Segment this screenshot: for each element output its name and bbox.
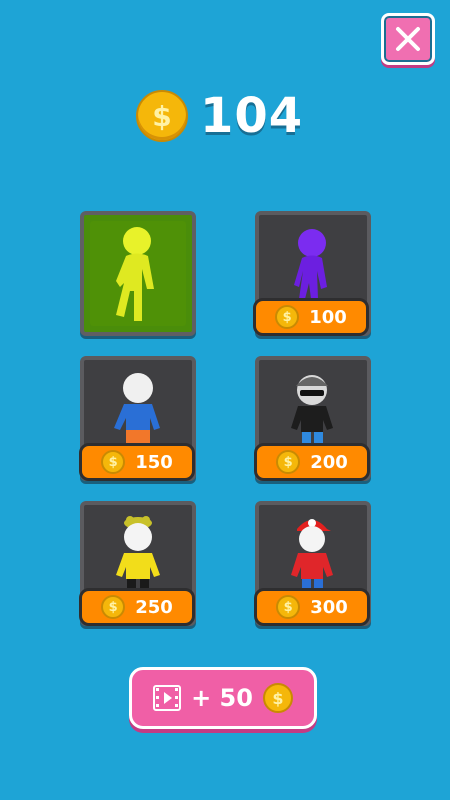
character-card-yellow[interactable] <box>80 211 196 336</box>
coin-amount: 104 <box>200 88 304 144</box>
coin-icon: $ <box>262 683 293 713</box>
ad-reward-label: + 50 <box>191 684 253 712</box>
coin-icon: $ <box>101 595 126 619</box>
price-label: 100 <box>309 306 347 328</box>
price-label: 300 <box>310 596 348 618</box>
price-tag-100[interactable]: $ 100 <box>253 298 369 336</box>
price-tag-300[interactable]: $ 300 <box>254 588 370 626</box>
price-tag-250[interactable]: $ 250 <box>79 588 195 626</box>
price-label: 250 <box>135 596 173 618</box>
price-label: 150 <box>135 451 173 473</box>
coin-icon: $ <box>276 595 301 619</box>
price-tag-150[interactable]: $ 150 <box>79 443 195 481</box>
close-icon <box>396 27 420 51</box>
watch-ad-button[interactable]: + 50 $ <box>129 667 317 729</box>
video-icon <box>153 685 182 711</box>
close-button[interactable] <box>381 13 435 65</box>
yellow-character-icon <box>116 227 154 321</box>
price-label: 200 <box>310 451 348 473</box>
coin-icon: $ <box>136 90 188 142</box>
coin-icon: $ <box>101 450 126 474</box>
coin-icon: $ <box>275 305 300 329</box>
price-tag-200[interactable]: $ 200 <box>254 443 370 481</box>
coin-counter: $ 104 <box>136 86 303 146</box>
coin-icon: $ <box>276 450 301 474</box>
